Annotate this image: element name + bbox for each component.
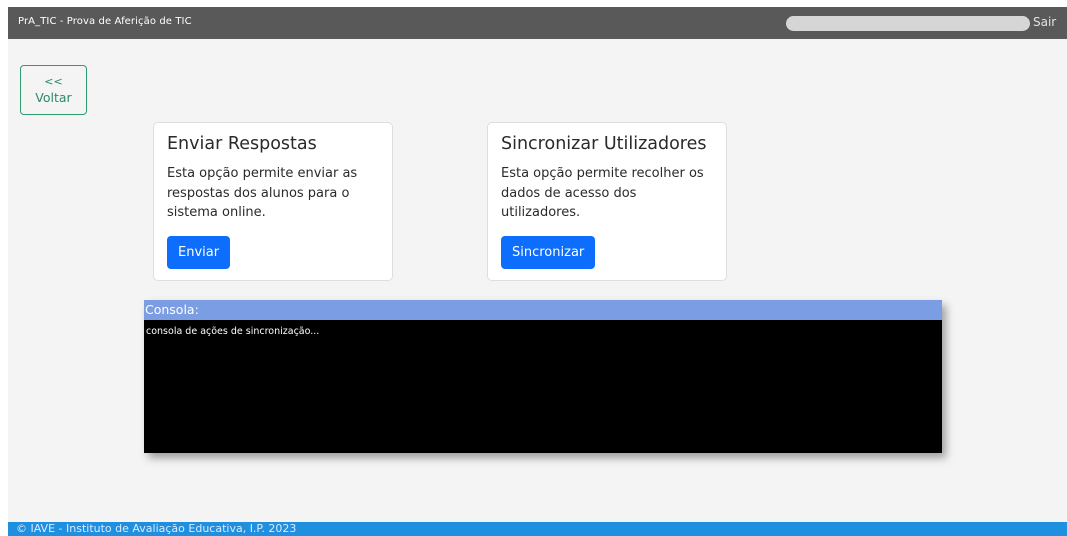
console-output[interactable]: consola de ações de sincronização...	[144, 320, 942, 453]
logout-link[interactable]: Sair	[1033, 15, 1056, 29]
send-answers-title: Enviar Respostas	[167, 134, 317, 154]
console-title: Consola:	[144, 300, 942, 320]
sync-console: Consola: consola de ações de sincronizaç…	[144, 300, 942, 453]
page-footer: © IAVE - Instituto de Avaliação Educativ…	[8, 522, 1067, 536]
back-arrows-icon: <<	[44, 75, 63, 88]
sync-button[interactable]: Sincronizar	[501, 236, 596, 269]
back-button-label: Voltar	[35, 90, 72, 105]
send-answers-card: Enviar Respostas Esta opção permite envi…	[153, 122, 393, 281]
app-window: PrA_TIC - Prova de Aferição de TIC Sair …	[8, 7, 1067, 536]
sync-users-title: Sincronizar Utilizadores	[501, 134, 707, 154]
sync-users-description: Esta opção permite recolher os dados de …	[501, 166, 704, 220]
send-answers-description: Esta opção permite enviar as respostas d…	[167, 166, 358, 220]
sync-users-card: Sincronizar Utilizadores Esta opção perm…	[487, 122, 727, 281]
back-button[interactable]: << Voltar	[20, 65, 87, 115]
top-navbar: PrA_TIC - Prova de Aferição de TIC Sair	[8, 7, 1067, 39]
send-button[interactable]: Enviar	[167, 236, 231, 269]
app-title: PrA_TIC - Prova de Aferição de TIC	[18, 16, 192, 27]
redacted-user-name	[786, 16, 1030, 31]
